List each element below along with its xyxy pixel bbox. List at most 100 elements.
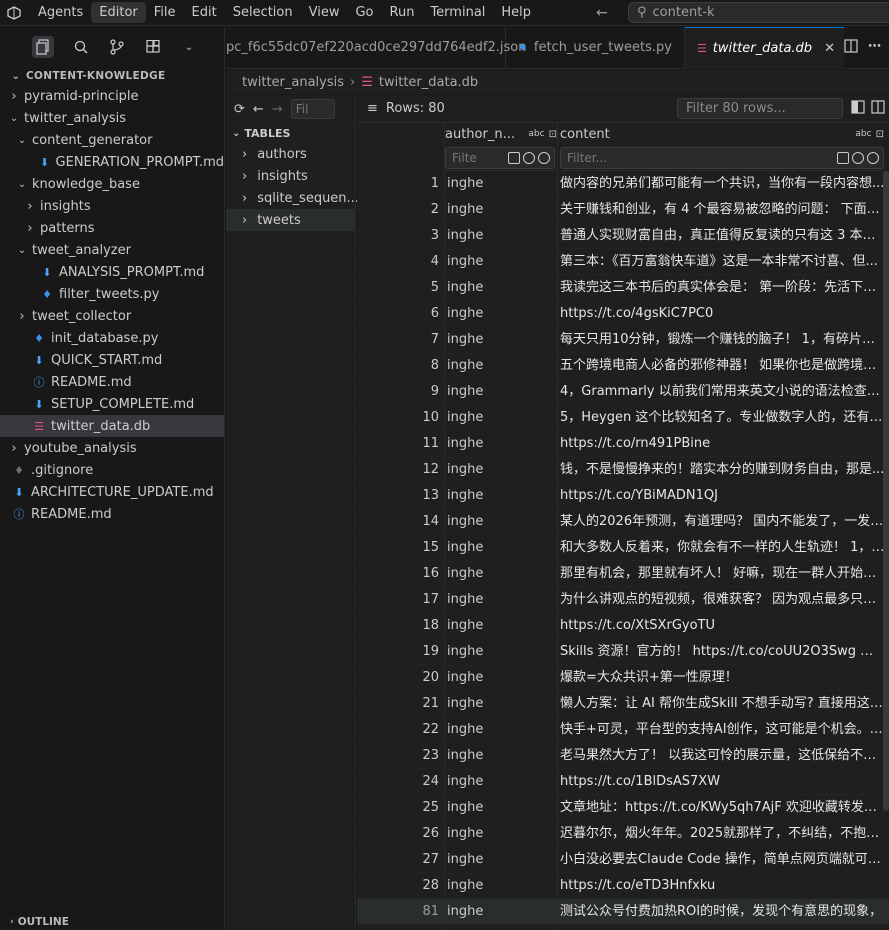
table-item[interactable]: › insights [226, 165, 355, 187]
table-row[interactable]: 3 inghe 普通人实现财富自由，真正值得反复读的只有这 3 本书，... [357, 223, 889, 249]
table-row[interactable]: 24 inghe https://t.co/1BlDsAS7XW [357, 769, 889, 795]
breadcrumb-file[interactable]: twitter_data.db [379, 75, 478, 90]
cell-content[interactable]: 4，Grammarly 以前我们常用来英文小说的语法检查，但... [560, 379, 886, 405]
cell-author[interactable]: inghe [447, 249, 547, 275]
cell-content[interactable]: 某人的2026年预测，有道理吗？ 国内不能发了，一发就... [560, 509, 886, 535]
cell-author[interactable]: inghe [447, 223, 547, 249]
table-row[interactable]: 19 inghe Skills 资源！官方的！ https://t.co/coUU2… [357, 639, 889, 665]
split-layout-icon[interactable] [871, 99, 885, 118]
cell-content[interactable]: 小白没必要去Claude Code 操作，简单点网页端就可以... [560, 847, 886, 873]
null-filter-icon[interactable] [852, 152, 864, 164]
table-row[interactable]: 23 inghe 老马果然大方了！ 以我这可怜的展示量，这低保给不少... [357, 743, 889, 769]
cell-content[interactable]: 关于赚钱和创业，有 4 个最容易被忽略的问题： 下面的... [560, 197, 886, 223]
table-item[interactable]: › sqlite_sequen... [226, 187, 359, 209]
cell-author[interactable]: inghe [447, 665, 547, 691]
cell-author[interactable]: inghe [447, 535, 547, 561]
cell-content[interactable]: 每天只用10分钟，锻炼一个赚钱的脑子！ 1，有碎片想... [560, 327, 886, 353]
cell-content[interactable]: 普通人实现财富自由，真正值得反复读的只有这 3 本书，... [560, 223, 886, 249]
table-row[interactable]: 12 inghe 钱，不是慢慢挣来的！踏实本分的赚到财务自由，那是... [357, 457, 889, 483]
cell-author[interactable]: inghe [447, 821, 547, 847]
table-row[interactable]: 17 inghe 为什么讲观点的短视频，很难获客？ 因为观点最多只能... [357, 587, 889, 613]
table-row[interactable]: 2 inghe 关于赚钱和创业，有 4 个最容易被忽略的问题： 下面的... [357, 197, 889, 223]
tree-folder[interactable]: › insights [0, 195, 224, 217]
clear-filter-icon[interactable] [867, 152, 879, 164]
column-header-author[interactable]: author_n... abc ⊡ Filte [445, 123, 557, 171]
cell-author[interactable]: inghe [447, 457, 547, 483]
tree-folder[interactable]: › pyramid-principle [0, 85, 224, 107]
cell-content[interactable]: Skills 资源！官方的！ https://t.co/coUU2O3Swg 赶… [560, 639, 886, 665]
cell-content[interactable]: 第三本：《百万富翁快车道》这是一本非常不讨喜、但... [560, 249, 886, 275]
cell-content[interactable]: 老马果然大方了！ 以我这可怜的展示量，这低保给不少... [560, 743, 886, 769]
table-row[interactable]: 27 inghe 小白没必要去Claude Code 操作，简单点网页端就可以... [357, 847, 889, 873]
cell-author[interactable]: inghe [447, 301, 547, 327]
forward-arrow-icon[interactable]: → [272, 102, 283, 117]
refresh-icon[interactable]: ⟳ [234, 102, 245, 117]
pin-icon[interactable]: ⊡ [876, 129, 884, 140]
tree-file[interactable]: ⬇ GENERATION_PROMPT.md [0, 151, 224, 173]
cell-content[interactable]: https://t.co/XtSXrGyoTU [560, 613, 886, 639]
breadcrumb-folder[interactable]: twitter_analysis [242, 75, 344, 90]
cell-author[interactable]: inghe [447, 899, 547, 925]
explorer-files-icon[interactable] [32, 36, 54, 58]
panel-layout-icon[interactable] [851, 99, 865, 118]
table-row[interactable]: 7 inghe 每天只用10分钟，锻炼一个赚钱的脑子！ 1，有碎片想... [357, 327, 889, 353]
tree-folder[interactable]: ⌄ twitter_analysis [0, 107, 224, 129]
explorer-section-title[interactable]: ⌄ CONTENT-KNOWLEDGE [0, 67, 224, 85]
cell-content[interactable]: https://t.co/rn491PBine [560, 431, 886, 457]
editor-tab[interactable]: ♦ fetch_user_tweets.py [506, 26, 685, 69]
cell-author[interactable]: inghe [447, 275, 547, 301]
menu-view[interactable]: View [301, 2, 348, 23]
table-row[interactable]: 14 inghe 某人的2026年预测，有道理吗？ 国内不能发了，一发就... [357, 509, 889, 535]
cell-author[interactable]: inghe [447, 795, 547, 821]
cell-author[interactable]: inghe [447, 639, 547, 665]
table-item[interactable]: › tweets [226, 209, 355, 231]
case-sensitive-icon[interactable] [837, 152, 849, 164]
more-actions-icon[interactable]: ⋯ [868, 39, 881, 57]
cell-content[interactable]: 测试公众号付费加热ROI的时候，发现个有意思的现象， [560, 899, 886, 925]
cell-content[interactable]: 为什么讲观点的短视频，很难获客？ 因为观点最多只能... [560, 587, 886, 613]
menu-file[interactable]: File [146, 2, 184, 23]
cell-author[interactable]: inghe [447, 587, 547, 613]
cell-author[interactable]: inghe [447, 197, 547, 223]
tree-folder[interactable]: › youtube_analysis [0, 437, 224, 459]
tree-folder[interactable]: ⌄ content_generator [0, 129, 224, 151]
cell-content[interactable]: 和大多数人反着来，你就会有不一样的人生轨迹！ 1，反... [560, 535, 886, 561]
table-row[interactable]: 28 inghe https://t.co/eTD3Hnfxku [357, 873, 889, 899]
extensions-icon[interactable] [144, 38, 162, 56]
table-row[interactable]: 15 inghe 和大多数人反着来，你就会有不一样的人生轨迹！ 1，反... [357, 535, 889, 561]
cell-content[interactable]: 钱，不是慢慢挣来的！踏实本分的赚到财务自由，那是... [560, 457, 886, 483]
outline-section[interactable]: › OUTLINE [0, 914, 225, 930]
rows-filter-input[interactable]: Filter 80 rows... [677, 98, 843, 119]
tree-folder[interactable]: › patterns [0, 217, 224, 239]
pin-icon[interactable]: ⊡ [549, 129, 557, 140]
table-row[interactable]: 22 inghe 快手+可灵，平台型的支持AI创作，这可能是个机会。 ... [357, 717, 889, 743]
cell-author[interactable]: inghe [447, 613, 547, 639]
table-row[interactable]: 4 inghe 第三本：《百万富翁快车道》这是一本非常不讨喜、但... [357, 249, 889, 275]
tree-file[interactable]: ♦ filter_tweets.py [0, 283, 224, 305]
editor-tab[interactable]: pc_f6c55dc07ef220acd0ce297dd764edf2.json [226, 26, 527, 69]
null-filter-icon[interactable] [523, 152, 535, 164]
cell-author[interactable]: inghe [447, 743, 547, 769]
chevron-down-icon[interactable]: ⌄ [180, 38, 198, 56]
menu-go[interactable]: Go [347, 2, 381, 23]
table-row[interactable]: 13 inghe https://t.co/YBiMADN1QJ [357, 483, 889, 509]
search-icon[interactable] [72, 38, 90, 56]
table-row[interactable]: 6 inghe https://t.co/4gsKiC7PC0 [357, 301, 889, 327]
tree-file[interactable]: ♦ .gitignore [0, 459, 224, 481]
command-search-box[interactable]: ⚲ content-k [628, 2, 889, 23]
cell-author[interactable]: inghe [447, 509, 547, 535]
cell-author[interactable]: inghe [447, 431, 547, 457]
close-icon[interactable]: ✕ [824, 41, 835, 56]
cell-author[interactable]: inghe [447, 405, 547, 431]
cell-content[interactable]: 做内容的兄弟们都可能有一个共识，当你有一段内容想... [560, 171, 886, 197]
table-row[interactable]: 81 inghe 测试公众号付费加热ROI的时候，发现个有意思的现象， [357, 899, 889, 925]
tree-file[interactable]: ⓘ README.md [0, 371, 224, 393]
table-row[interactable]: 20 inghe 爆款=大众共识+第一性原理！ [357, 665, 889, 691]
author-filter-input[interactable]: Filte [445, 147, 555, 169]
editor-tab[interactable]: ☰ twitter_data.db ✕ [684, 26, 844, 69]
case-sensitive-icon[interactable] [508, 152, 520, 164]
clear-filter-icon[interactable] [538, 152, 550, 164]
cell-content[interactable]: 懒人方案：让 AI 帮你生成Skill 不想手动写? 直接用这个... [560, 691, 886, 717]
cell-content[interactable]: 5，Heygen 这个比较知名了。专业做数字人的，还有一... [560, 405, 886, 431]
cell-content[interactable]: 迟暮尔尔，烟火年年。2025就那样了，不纠结，不抱怨... [560, 821, 886, 847]
